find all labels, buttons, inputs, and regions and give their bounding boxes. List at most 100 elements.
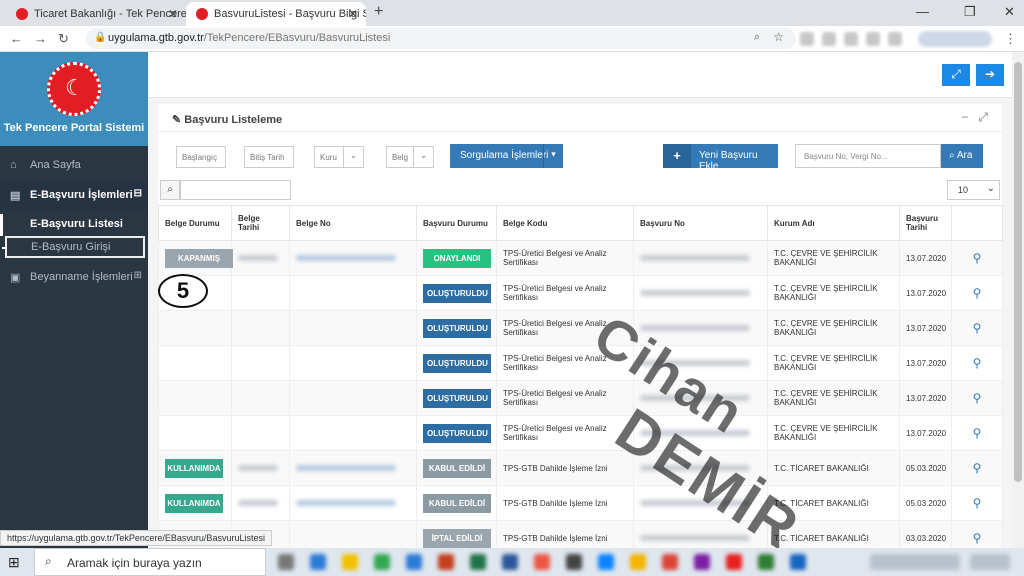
belge-tarihi-cell [231, 485, 290, 521]
taskbar-app-icon[interactable] [662, 554, 678, 570]
taskbar-app-icon[interactable] [598, 554, 614, 570]
expand-portlet-icon[interactable]: ⤢ [978, 110, 988, 124]
sidebar-item-label: Ana Sayfa [30, 159, 81, 171]
taskbar-app-icon[interactable] [534, 554, 550, 570]
table-row: KULLANIMDA KABUL EDİLDİ TPS-GTB Dahilde … [158, 485, 1003, 521]
column-header[interactable]: Başvuru Durumu [416, 205, 497, 241]
basvuru-tarihi-cell: 05.03.2020 [899, 485, 952, 521]
search-icon: ⌕ [45, 554, 52, 568]
belge-durumu-cell: KULLANIMDA [158, 450, 232, 486]
system-tray[interactable] [870, 554, 960, 570]
start-date-field[interactable]: Başlangıç [176, 146, 226, 168]
tab-close-icon[interactable]: ✕ [348, 7, 358, 21]
basvuru-tarihi-cell: 13.07.2020 [899, 415, 952, 451]
minimize-portlet-icon[interactable]: − [961, 110, 968, 124]
taskbar-app-icon[interactable] [726, 554, 742, 570]
view-details-icon[interactable]: ⚲ [951, 520, 1003, 548]
applications-table: Belge Durumu Belge Tarihi Belge No Başvu… [158, 205, 1003, 548]
extension-icon[interactable] [822, 32, 836, 46]
document-select[interactable]: Belg ⌄ [386, 146, 434, 168]
restore-icon[interactable]: ❐ [964, 4, 976, 20]
sidebar-item-home[interactable]: ⌂ Ana Sayfa [0, 150, 148, 180]
extension-icon[interactable] [888, 32, 902, 46]
url-host: uygulama.gtb.gov.tr [108, 32, 204, 44]
profile-button[interactable] [918, 31, 992, 47]
basvuru-no-cell [633, 415, 768, 451]
extension-icon[interactable] [844, 32, 858, 46]
expand-icon[interactable]: ⊞ [134, 270, 142, 281]
belge-no-cell [289, 310, 417, 346]
forward-arrow-icon[interactable]: → [34, 31, 47, 46]
view-details-icon[interactable]: ⚲ [951, 240, 1003, 276]
taskbar-app-icon[interactable] [406, 554, 422, 570]
redacted-application-no [640, 289, 750, 296]
sidebar-item-ebasvuru-girisi[interactable]: E-Başvuru Girişi [2, 236, 145, 258]
belge-durumu-cell [158, 345, 232, 381]
column-header[interactable]: Başvuru Tarihi [899, 205, 952, 241]
column-header[interactable]: Belge Kodu [496, 205, 634, 241]
basvuru-durumu-cell: OLUŞTURULDU [416, 310, 497, 346]
collapse-icon[interactable]: ⊟ [134, 188, 142, 199]
reload-icon[interactable]: ↻ [58, 31, 69, 47]
scrollbar-thumb[interactable] [1014, 62, 1022, 482]
institution-select[interactable]: Kuru ⌄ [314, 146, 364, 168]
taskbar-app-icon[interactable] [758, 554, 774, 570]
extension-icon[interactable] [866, 32, 880, 46]
browser-tab-ticaret[interactable]: Ticaret Bakanlığı - Tek Pencere ✕ [6, 2, 186, 26]
logout-icon[interactable]: ➔ [976, 64, 1004, 86]
zoom-icon[interactable]: ⌕ [754, 31, 760, 44]
view-details-icon[interactable]: ⚲ [951, 380, 1003, 416]
query-operations-button[interactable]: Sorgulama İşlemleri ▾ [450, 144, 563, 168]
end-date-field[interactable]: Bitiş Tarih [244, 146, 294, 168]
bookmark-star-icon[interactable]: ☆ [773, 30, 784, 44]
taskbar-app-icon[interactable] [342, 554, 358, 570]
view-details-icon[interactable]: ⚲ [951, 310, 1003, 346]
taskbar-search-box[interactable]: ⌕ Aramak için buraya yazın [34, 548, 266, 576]
url-field[interactable]: 🔒 uygulama.gtb.gov.tr/TekPencere/EBasvur… [86, 28, 796, 49]
extension-icon[interactable] [800, 32, 814, 46]
taskbar-app-icon[interactable] [694, 554, 710, 570]
column-header[interactable]: Belge Tarihi [231, 205, 290, 241]
search-button[interactable]: ⌕ Ara [941, 144, 983, 168]
taskbar-app-icon[interactable] [310, 554, 326, 570]
kurum-cell: T.C. ÇEVRE VE ŞEHİRCİLİK BAKANLIĞI [767, 380, 900, 416]
table-filter-input[interactable] [180, 180, 291, 200]
new-tab-icon[interactable]: + [374, 3, 383, 21]
page-scrollbar[interactable] [1012, 52, 1024, 548]
basvuru-no-cell [633, 450, 768, 486]
search-input[interactable]: Başvuru No, Vergi No... [795, 144, 941, 168]
browser-menu-icon[interactable]: ⋮ [1004, 31, 1017, 47]
column-header[interactable]: Kurum Adı [767, 205, 900, 241]
sidebar-item-beyanname[interactable]: ▣ Beyanname İşlemleri ⊞ [0, 262, 148, 292]
taskbar-app-icon[interactable] [374, 554, 390, 570]
application-status-badge: KABUL EDİLDİ [423, 458, 491, 478]
view-details-icon[interactable]: ⚲ [951, 485, 1003, 521]
taskbar-app-icon[interactable] [566, 554, 582, 570]
taskbar-app-icon[interactable] [630, 554, 646, 570]
view-details-icon[interactable]: ⚲ [951, 345, 1003, 381]
task-view-icon[interactable] [278, 554, 294, 570]
sidebar-item-ebasvuru[interactable]: ▤ E-Başvuru İşlemleri ⊟ [0, 180, 148, 210]
sidebar-item-ebasvuru-listesi[interactable]: E-Başvuru Listesi [0, 214, 148, 236]
taskbar-app-icon[interactable] [470, 554, 486, 570]
table-row: OLUŞTURULDU TPS-Üretici Belgesi ve Anali… [158, 415, 1003, 451]
clock[interactable] [970, 554, 1010, 570]
taskbar-app-icon[interactable] [438, 554, 454, 570]
browser-tab-basvuru[interactable]: BasvuruListesi - Başvuru Bilgi Sist ✕ [186, 2, 366, 26]
minimize-icon[interactable]: — [916, 4, 929, 19]
windows-start-icon[interactable]: ⊞ [8, 554, 20, 571]
back-arrow-icon[interactable]: ← [10, 31, 23, 46]
fullscreen-icon[interactable]: ⤢ [942, 64, 970, 86]
window-close-icon[interactable]: ✕ [1004, 4, 1015, 20]
view-details-icon[interactable]: ⚲ [951, 415, 1003, 451]
add-new-application-button[interactable]: + Yeni Başvuru Ekle [663, 144, 778, 172]
page-size-select[interactable]: 10 ⌄ [947, 180, 1000, 200]
taskbar-app-icon[interactable] [502, 554, 518, 570]
column-header[interactable]: Başvuru No [633, 205, 768, 241]
tab-close-icon[interactable]: ✕ [168, 7, 178, 21]
view-details-icon[interactable]: ⚲ [951, 450, 1003, 486]
view-details-icon[interactable]: ⚲ [951, 275, 1003, 311]
taskbar-app-icon[interactable] [790, 554, 806, 570]
column-header[interactable]: Belge No [289, 205, 417, 241]
column-header[interactable]: Belge Durumu [158, 205, 232, 241]
